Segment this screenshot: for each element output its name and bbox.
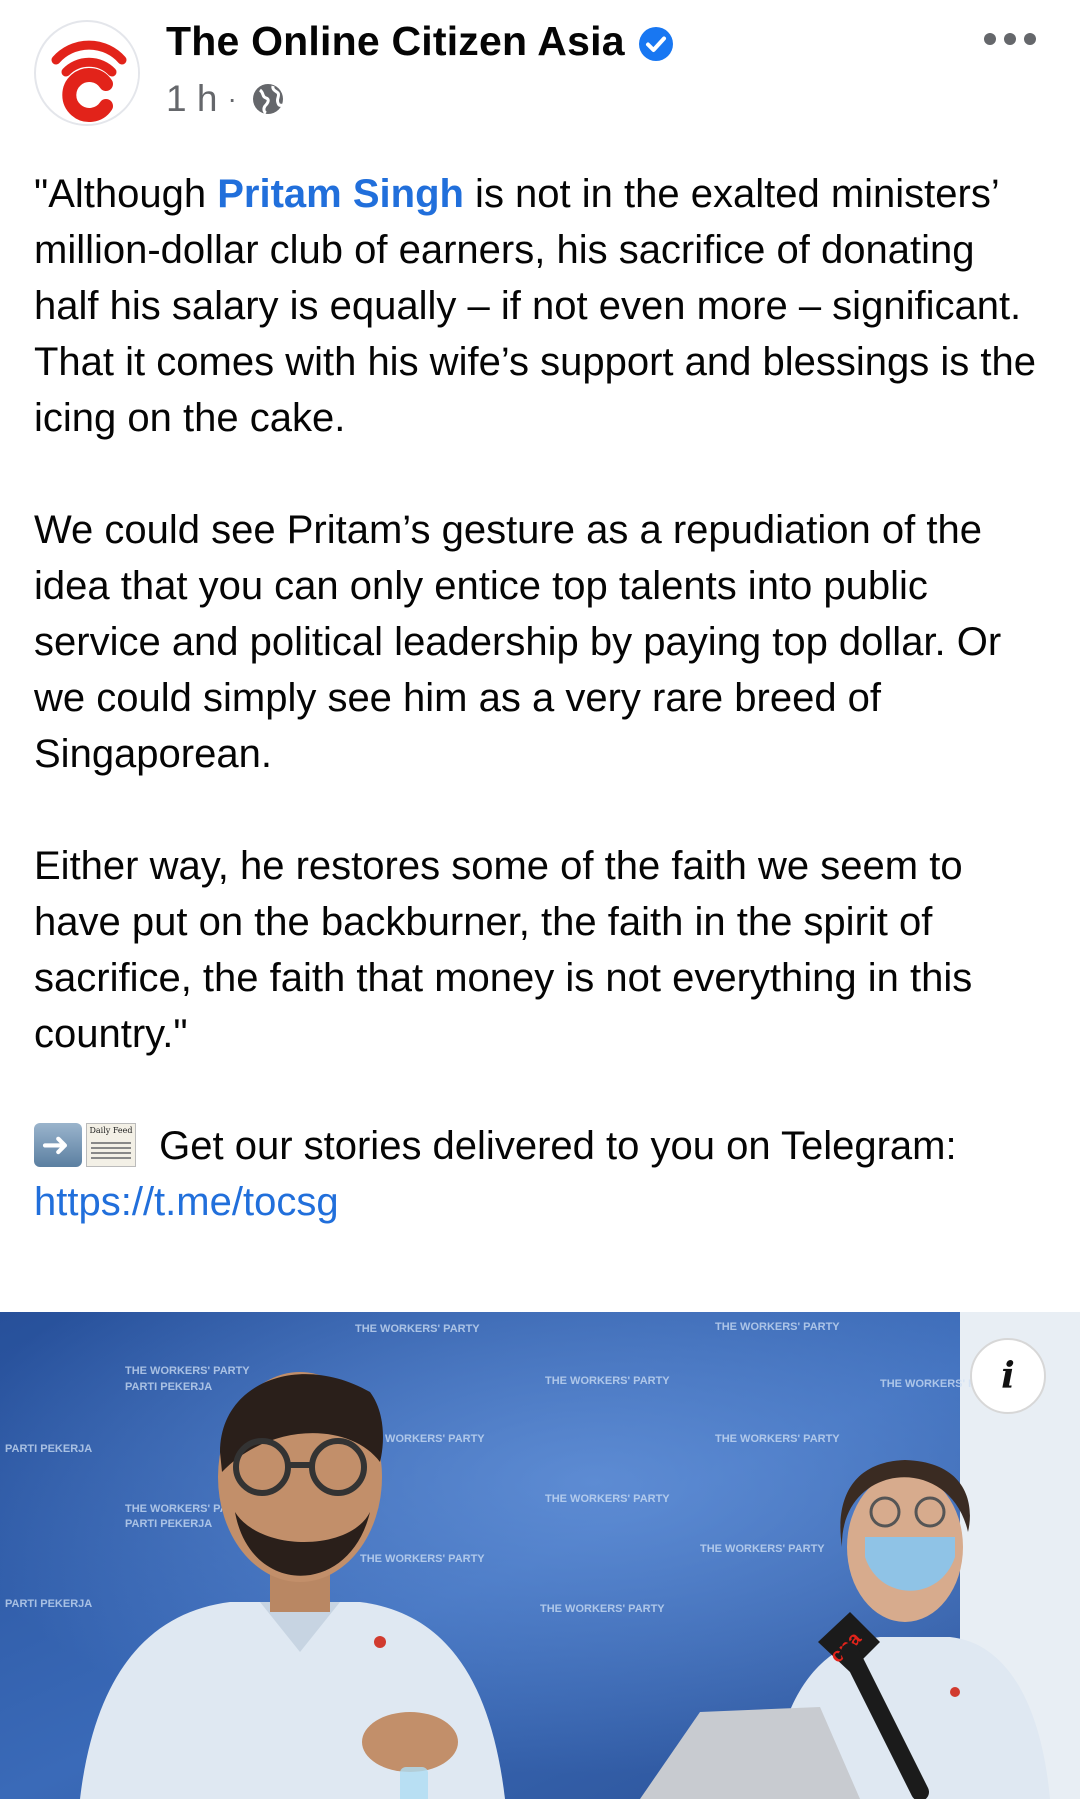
cta-text: Get our stories delivered to you on Tele… <box>148 1124 957 1168</box>
page-name[interactable]: The Online Citizen Asia <box>166 18 625 65</box>
backdrop-text: THE WORKERS' PARTY <box>540 1603 665 1615</box>
backdrop-text: THE WORKERS' PARTY <box>360 1553 485 1565</box>
post-paragraph: Either way, he restores some of the fait… <box>34 844 973 1056</box>
post-paragraph: We could see Pritam’s gesture as a repud… <box>34 508 1002 776</box>
post-time[interactable]: 1 h <box>166 78 217 120</box>
post-cta: Daily Feed Get our stories delivered to … <box>34 1118 1044 1230</box>
paragraph-text: "Although <box>34 172 218 216</box>
newspaper-masthead: Daily Feed <box>89 1126 133 1135</box>
globe-icon[interactable] <box>251 82 285 116</box>
post-paragraph: "Although Pritam Singh is not in the exa… <box>34 166 1044 446</box>
telegram-link[interactable]: https://t.me/tocsg <box>34 1180 339 1224</box>
right-arrow-emoji-icon <box>34 1123 82 1167</box>
post-header: The Online Citizen Asia 1 h · <box>0 0 1080 140</box>
backdrop-text: PARTI PEKERJA <box>125 1518 212 1530</box>
more-horizontal-icon[interactable] <box>980 24 1040 54</box>
backdrop-text: THE WORKERS' PARTY <box>715 1321 840 1333</box>
backdrop-text: THE WORKERS' PARTY <box>715 1433 840 1445</box>
press-conference-image: THE WORKERS' PARTY THE WORKERS' PARTY PA… <box>0 1312 1080 1799</box>
backdrop-text: THE WORKERS' PARTY <box>355 1323 480 1335</box>
backdrop-text: THE WORKERS' PARTY <box>545 1493 670 1505</box>
newspaper-emoji-icon: Daily Feed <box>86 1123 136 1167</box>
backdrop-text: PARTI PEKERJA <box>5 1443 92 1455</box>
backdrop-text: PARTI PEKERJA <box>5 1598 92 1610</box>
verified-badge-icon <box>639 27 673 61</box>
page-avatar[interactable] <box>34 20 140 126</box>
mention-link[interactable]: Pritam Singh <box>217 172 464 216</box>
backdrop-text: THE WORKERS' PARTY <box>700 1543 825 1555</box>
post-meta: 1 h · <box>166 78 285 120</box>
backdrop-text: THE WORKERS' PARTY <box>545 1375 670 1387</box>
backdrop-text: PARTI PEKERJA <box>125 1381 212 1393</box>
post-body: "Although Pritam Singh is not in the exa… <box>34 166 1044 1230</box>
post-photo[interactable]: THE WORKERS' PARTY THE WORKERS' PARTY PA… <box>0 1312 1080 1799</box>
backdrop-text: THE WORKERS' PARTY <box>125 1365 250 1377</box>
meta-separator: · <box>227 83 237 114</box>
toc-logo-icon <box>38 24 138 124</box>
image-info-button[interactable]: i <box>970 1338 1046 1414</box>
